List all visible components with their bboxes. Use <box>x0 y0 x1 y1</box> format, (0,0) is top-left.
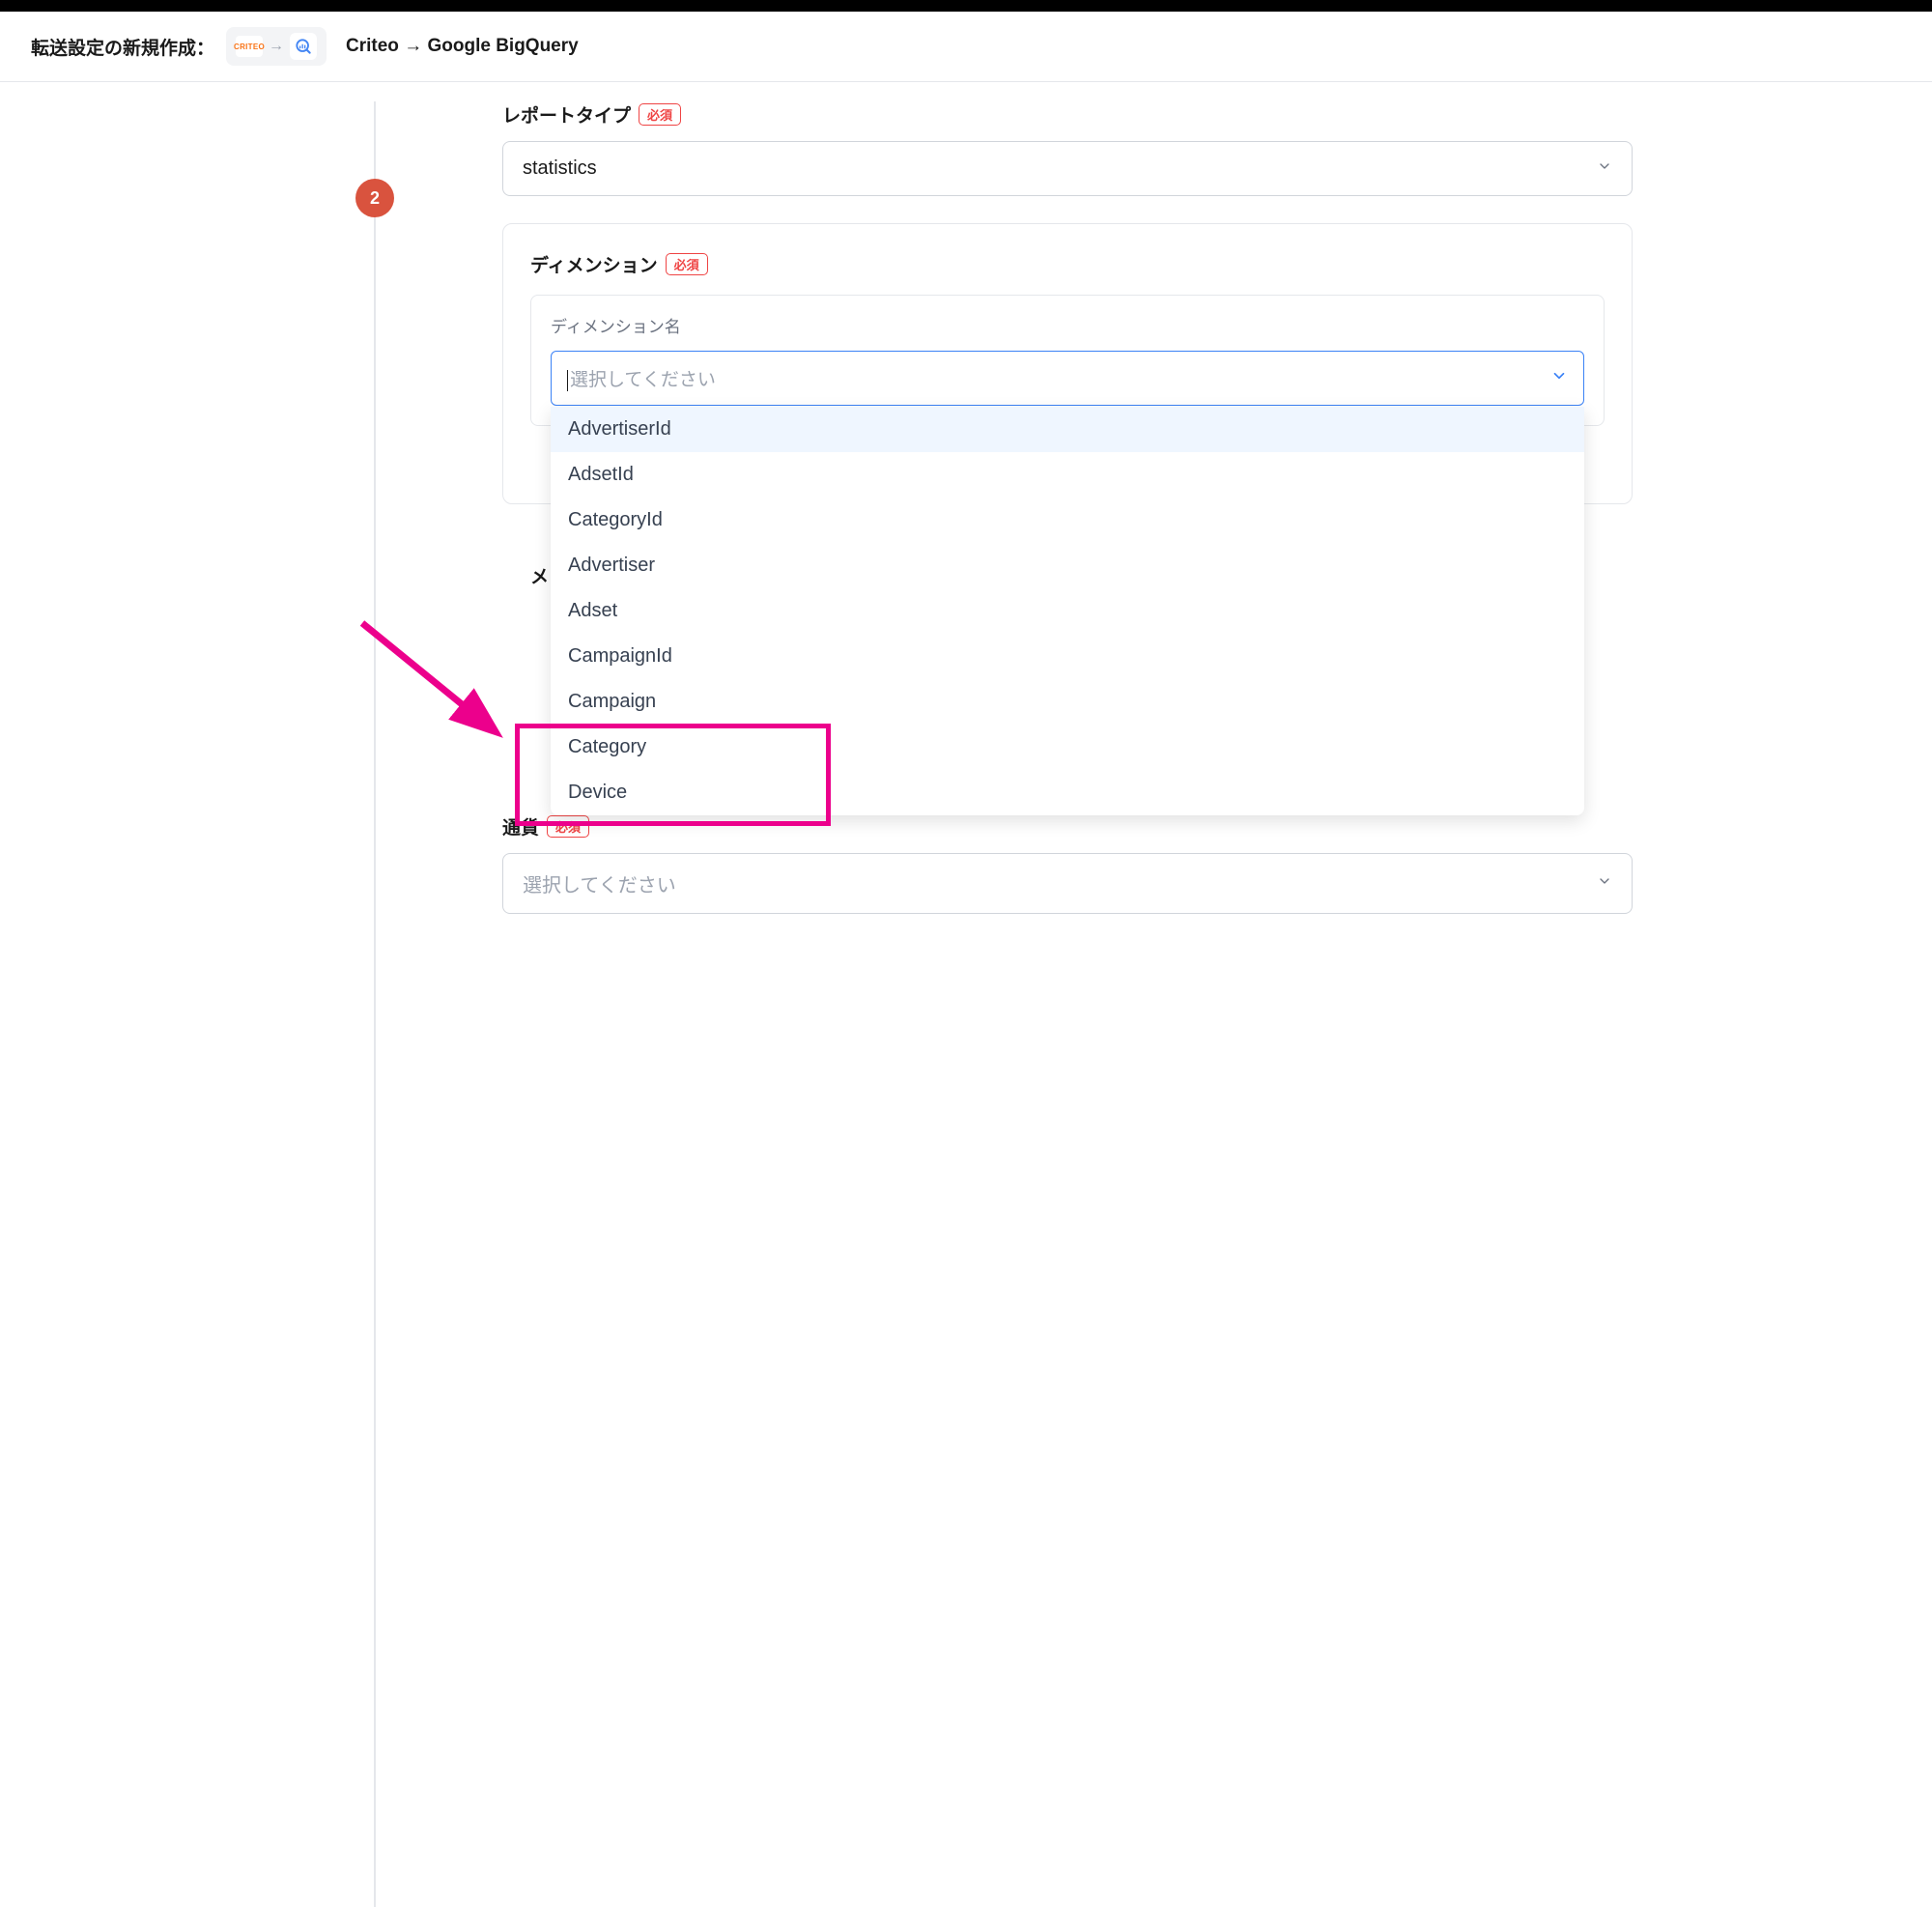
report-type-group: レポートタイプ 必須 statistics <box>502 101 1633 196</box>
currency-label-row: 通貨 必須 <box>502 813 1633 840</box>
dropdown-option-advertiserid[interactable]: AdvertiserId <box>551 407 1584 452</box>
report-type-label-row: レポートタイプ 必須 <box>502 101 1633 128</box>
hidden-section-label: メ <box>530 562 549 588</box>
page-header: 転送設定の新規作成： CRITEO → Criteo → Google BigQ… <box>0 12 1932 82</box>
step-number: 2 <box>370 188 380 209</box>
dropdown-option-campaignid[interactable]: CampaignId <box>551 634 1584 679</box>
report-type-value: statistics <box>523 157 597 180</box>
dimension-label: ディメンション <box>530 251 658 277</box>
chevron-down-icon <box>1550 367 1568 390</box>
connection-icons: CRITEO → <box>226 27 327 66</box>
dimension-label-row: ディメンション 必須 <box>530 251 1605 277</box>
dropdown-option-adsetid[interactable]: AdsetId <box>551 452 1584 498</box>
arrow-right-icon: → <box>269 38 284 55</box>
dimension-combobox[interactable]: 選択してください <box>551 351 1584 406</box>
currency-placeholder: 選択してください <box>523 869 676 897</box>
text-cursor <box>567 370 568 391</box>
dimension-dropdown: AdvertiserId AdsetId CategoryId Advertis… <box>551 407 1584 815</box>
chevron-down-icon <box>1597 157 1612 180</box>
top-black-bar <box>0 0 1932 12</box>
chevron-down-icon <box>1597 872 1612 895</box>
bigquery-icon <box>290 33 317 60</box>
dropdown-option-categoryid[interactable]: CategoryId <box>551 498 1584 543</box>
step-column: 2 <box>0 101 415 941</box>
dimension-panel: ディメンション 必須 ディメンション名 選択してください Adver <box>502 223 1633 504</box>
content-column: レポートタイプ 必須 statistics ディメンション 必須 ディメンション… <box>415 101 1671 941</box>
main-area: 2 レポートタイプ 必須 statistics ディメンション 必須 ディメンシ… <box>0 82 1932 941</box>
currency-label: 通貨 <box>502 813 539 840</box>
currency-group: 通貨 必須 選択してください <box>502 813 1633 914</box>
step-indicator: 2 <box>355 179 394 217</box>
step-vertical-line <box>374 101 376 1907</box>
required-badge: 必須 <box>666 253 708 275</box>
report-type-select[interactable]: statistics <box>502 141 1633 196</box>
required-badge: 必須 <box>639 103 681 126</box>
currency-select[interactable]: 選択してください <box>502 853 1633 914</box>
report-type-label: レポートタイプ <box>502 101 631 128</box>
dropdown-option-campaign[interactable]: Campaign <box>551 679 1584 725</box>
dropdown-option-category[interactable]: Category <box>551 725 1584 770</box>
required-badge: 必須 <box>547 815 589 838</box>
dimension-column-header: ディメンション名 <box>551 313 1584 337</box>
dimension-box: ディメンション名 選択してください AdvertiserId AdsetId C… <box>530 295 1605 426</box>
dropdown-option-adset[interactable]: Adset <box>551 588 1584 634</box>
criteo-icon: CRITEO <box>236 36 263 57</box>
dropdown-option-device[interactable]: Device <box>551 770 1584 815</box>
dimension-placeholder: 選択してください <box>570 370 716 390</box>
header-title: 転送設定の新規作成： <box>31 34 214 60</box>
dropdown-option-advertiser[interactable]: Advertiser <box>551 543 1584 588</box>
connection-label: Criteo → Google BigQuery <box>346 36 579 57</box>
